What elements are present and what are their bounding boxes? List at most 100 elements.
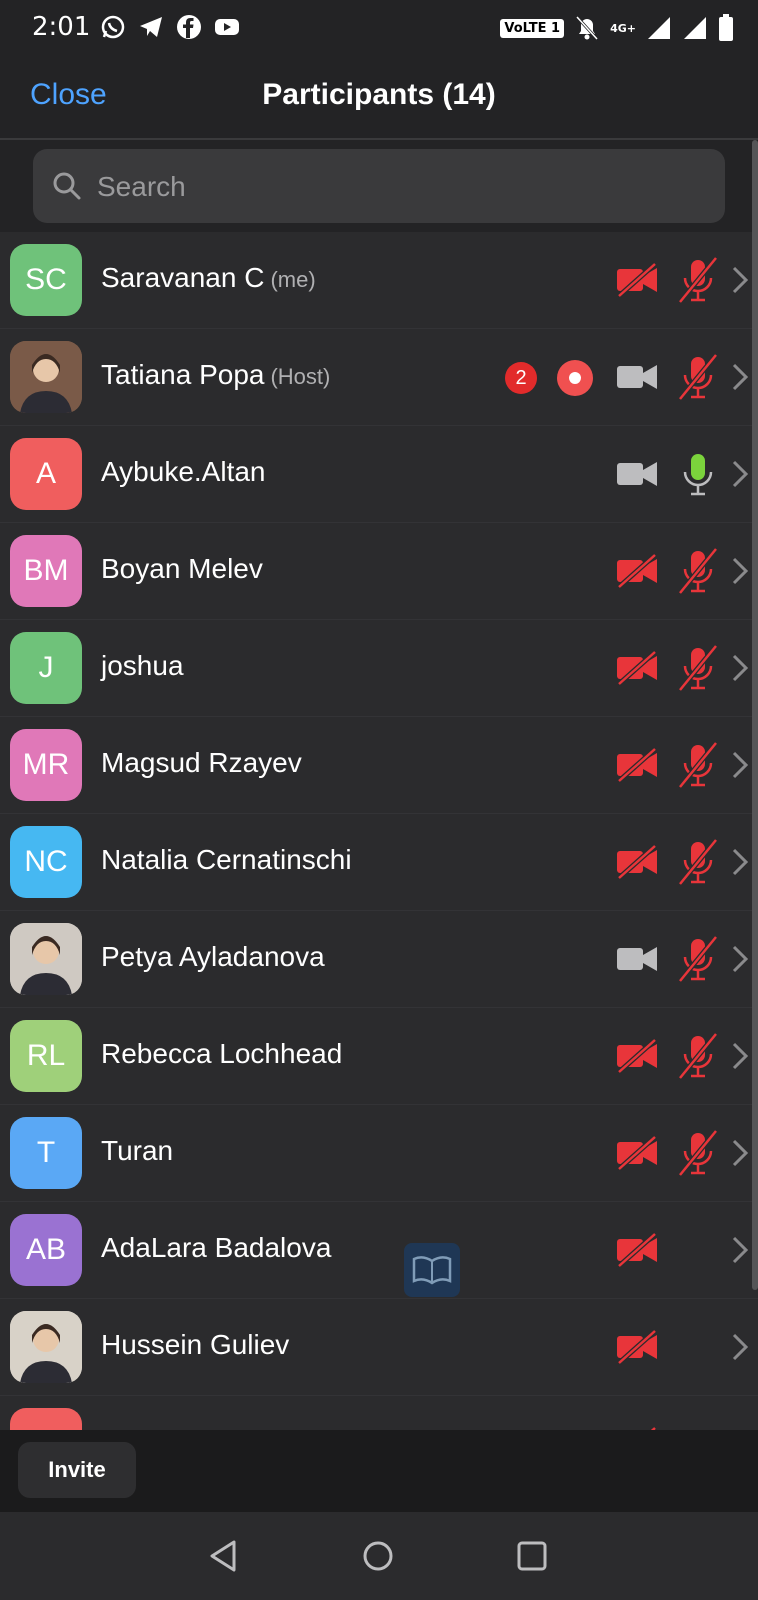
mic-muted-icon[interactable]: [676, 838, 720, 886]
chevron-right-icon[interactable]: [730, 264, 750, 296]
participant-name: Boyan Melev: [101, 553, 269, 585]
system-nav-bar: [0, 1512, 758, 1600]
status-time: 2:01: [32, 12, 91, 42]
video-off-icon[interactable]: [615, 844, 659, 880]
whatsapp-icon: [101, 15, 125, 39]
avatar: NC: [10, 826, 82, 898]
chevron-right-icon[interactable]: [730, 749, 750, 781]
chevron-right-icon[interactable]: [730, 1137, 750, 1169]
video-icon[interactable]: [615, 456, 659, 492]
search-box[interactable]: [33, 149, 725, 225]
volte-badge: VoLTE 1: [500, 18, 565, 38]
participant-row[interactable]: SC Saravanan C (me): [0, 232, 758, 329]
video-icon[interactable]: [615, 941, 659, 977]
video-off-icon[interactable]: [615, 747, 659, 783]
participant-name-text: Turan: [101, 1135, 174, 1166]
participant-row[interactable]: BM Boyan Melev: [0, 523, 758, 620]
home-icon[interactable]: [356, 1534, 400, 1578]
participant-row[interactable]: AB AdaLara Badalova: [0, 1202, 758, 1299]
video-off-icon[interactable]: [615, 1232, 659, 1268]
bottom-bar: Invite: [0, 1430, 758, 1512]
avatar: MR: [10, 729, 82, 801]
participant-name-text: Rebecca Lochhead: [101, 1038, 343, 1069]
participant-row[interactable]: [0, 1396, 758, 1430]
search-area: [0, 140, 758, 232]
participant-name-text: Saravanan C: [101, 262, 265, 293]
mic-muted-icon[interactable]: [676, 1129, 720, 1177]
participant-row[interactable]: A Aybuke.Altan: [0, 426, 758, 523]
mic-muted-icon[interactable]: [676, 741, 720, 789]
participant-row[interactable]: NC Natalia Cernatinschi: [0, 814, 758, 911]
participant-row[interactable]: MR Magsud Rzayev: [0, 717, 758, 814]
recents-icon[interactable]: [510, 1534, 554, 1578]
chevron-right-icon[interactable]: [730, 846, 750, 878]
avatar: [10, 923, 82, 995]
mic-muted-icon[interactable]: [676, 644, 720, 692]
avatar-photo: [10, 341, 82, 413]
facebook-icon: [177, 15, 201, 39]
avatar-initials: T: [36, 1136, 56, 1169]
participant-row[interactable]: Tatiana Popa (Host) 2: [0, 329, 758, 426]
back-icon[interactable]: [202, 1534, 246, 1578]
participant-row[interactable]: Jjoshua: [0, 620, 758, 717]
video-off-icon[interactable]: [615, 1038, 659, 1074]
mic-muted-icon[interactable]: [676, 353, 720, 401]
battery-icon: [719, 14, 733, 41]
chevron-right-icon[interactable]: [730, 652, 750, 684]
avatar-initials: NC: [24, 845, 68, 878]
participant-name-text: Natalia Cernatinschi: [101, 844, 352, 875]
chevron-right-icon[interactable]: [730, 458, 750, 490]
avatar: [10, 1311, 82, 1383]
participant-list[interactable]: SC Saravanan C (me) Tatiana Popa (Host) 2 A Ayb…: [0, 232, 758, 1430]
participant-name-text: joshua: [101, 650, 184, 681]
participant-name: Saravanan C (me): [101, 262, 316, 294]
avatar-initials: A: [35, 457, 56, 490]
video-off-icon[interactable]: [615, 553, 659, 589]
mic-muted-icon[interactable]: [676, 256, 720, 304]
search-input[interactable]: [95, 149, 699, 225]
chevron-right-icon[interactable]: [730, 361, 750, 393]
mic-muted-icon[interactable]: [676, 1032, 720, 1080]
participant-name-text: Tatiana Popa: [101, 359, 265, 390]
participant-name: Magsud Rzayev: [101, 747, 308, 779]
scrollbar[interactable]: [752, 140, 758, 1290]
participant-name-text: Magsud Rzayev: [101, 747, 302, 778]
video-off-icon[interactable]: [615, 650, 659, 686]
telegram-icon: [140, 17, 162, 37]
participant-row[interactable]: Hussein Guliev: [0, 1299, 758, 1396]
chevron-right-icon[interactable]: [730, 1331, 750, 1363]
avatar: J: [10, 632, 82, 704]
avatar: [10, 1408, 82, 1430]
avatar-initials: SC: [25, 263, 67, 296]
network-type: 4G+: [610, 21, 636, 35]
participant-row[interactable]: T Turan: [0, 1105, 758, 1202]
participant-tag: (Host): [270, 364, 331, 389]
mic-muted-icon[interactable]: [676, 935, 720, 983]
avatar: RL: [10, 1020, 82, 1092]
participant-name: Petya Ayladanova: [101, 941, 331, 973]
participant-name: Hussein Guliev: [101, 1329, 295, 1361]
participant-name-text: Hussein Guliev: [101, 1329, 290, 1360]
video-off-icon[interactable]: [615, 1329, 659, 1365]
chat-count-badge: 2: [505, 362, 537, 394]
video-icon[interactable]: [615, 359, 659, 395]
avatar-photo: [10, 1311, 82, 1383]
chevron-right-icon[interactable]: [730, 943, 750, 975]
participant-row[interactable]: RL Rebecca Lochhead: [0, 1008, 758, 1105]
chevron-right-icon[interactable]: [730, 1234, 750, 1266]
participant-row[interactable]: Petya Ayladanova: [0, 911, 758, 1008]
mic-active-icon[interactable]: [676, 450, 720, 498]
video-off-icon[interactable]: [615, 262, 659, 298]
mic-muted-icon[interactable]: [676, 547, 720, 595]
avatar: [10, 341, 82, 413]
participant-name: AdaLara Badalova: [101, 1232, 337, 1264]
participant-name-text: Aybuke.Altan: [101, 456, 266, 487]
chevron-right-icon[interactable]: [730, 555, 750, 587]
chevron-right-icon[interactable]: [730, 1040, 750, 1072]
status-bar: 2:01 VoLTE 1 4G+: [0, 0, 758, 56]
video-off-icon[interactable]: [615, 1135, 659, 1171]
invite-button[interactable]: Invite: [18, 1442, 136, 1498]
avatar: A: [10, 438, 82, 510]
signal-icon-2: [684, 17, 706, 39]
participant-name: Aybuke.Altan: [101, 456, 272, 488]
